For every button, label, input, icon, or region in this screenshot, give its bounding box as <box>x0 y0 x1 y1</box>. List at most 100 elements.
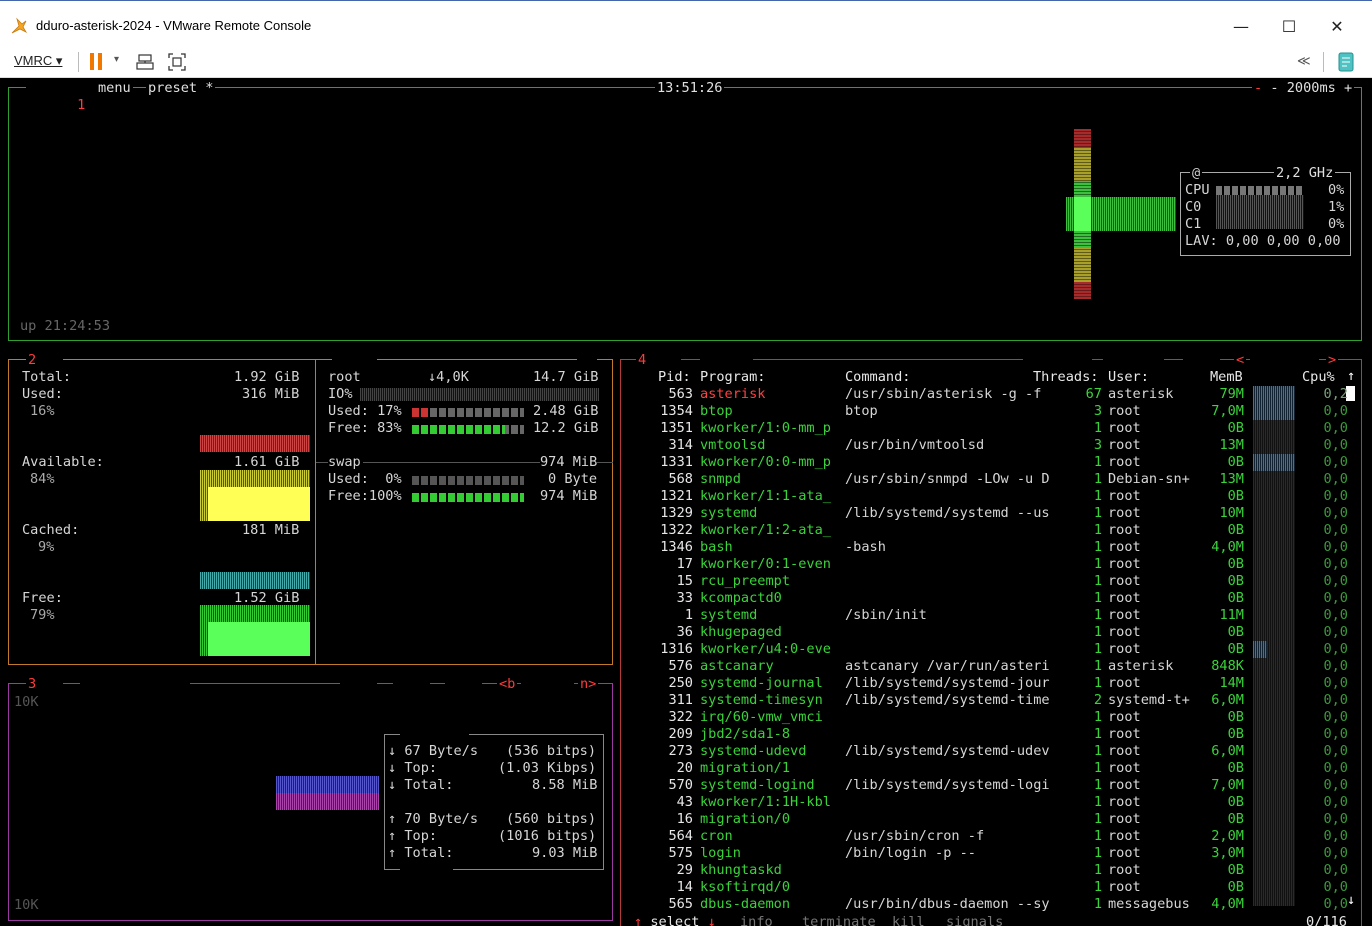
library-notes-icon[interactable] <box>1337 52 1355 72</box>
process-row[interactable]: 20 migration/1 1 root 0B 0,0 <box>622 760 1362 777</box>
col-program[interactable]: Program: <box>700 369 765 386</box>
process-row[interactable]: 1354 btop btop 3 root 7,0M 0,0 <box>622 403 1362 420</box>
process-row[interactable]: 43 kworker/1:1H-kbl 1 root 0B 0,0 <box>622 794 1362 811</box>
footer-select-label: select <box>650 914 700 926</box>
col-command[interactable]: Command: <box>845 369 910 386</box>
footer-select[interactable]: ↑ select ↓ <box>634 914 716 926</box>
process-row[interactable]: 1316 kworker/u4:0-eve 1 root 0B 0,0 <box>622 641 1362 658</box>
dl-total-label: Total: <box>404 777 454 793</box>
vmrc-menu-button[interactable]: VMRC ▾ <box>14 53 62 69</box>
proc-program: systemd-udevd <box>700 743 807 759</box>
process-row[interactable]: 568 snmpd/usr/sbin/snmpd -LOw -u D 1 Debian… <box>622 471 1362 488</box>
sort-next[interactable]: > <box>1326 352 1339 369</box>
tree-toggle[interactable]: tree <box>1183 352 1220 369</box>
process-row[interactable]: 1331 kworker/0:0-mm_p 1 root 0B 0,0 <box>622 454 1362 471</box>
process-row[interactable]: 1351 kworker/1:0-mm_p 1 root 0B 0,0 <box>622 420 1362 437</box>
process-row[interactable]: 1322 kworker/1:2-ata_ 1 root 0B 0,0 <box>622 522 1362 539</box>
process-row[interactable]: 16 migration/0 1 root 0B 0,0 <box>622 811 1362 828</box>
process-row[interactable]: 29 khungtaskd 1 root 0B 0,0 <box>622 862 1362 879</box>
proc-pid: 1331 <box>660 454 693 470</box>
proc-program: migration/0 <box>700 811 791 827</box>
proc-user: root <box>1108 726 1141 742</box>
proc-title-number[interactable]: 4 <box>638 352 646 368</box>
process-row[interactable]: 576 astcanary astcanary /var/run/asteri 1 as… <box>622 658 1362 675</box>
menu-button[interactable]: menu <box>96 80 133 97</box>
process-row[interactable]: 33 kcompactd0 1 root 0B 0,0 <box>622 590 1362 607</box>
col-threads[interactable]: Threads: <box>1033 369 1098 386</box>
reverse-toggle[interactable]: reverse <box>1103 352 1165 369</box>
process-row[interactable]: 575 login/bin/login -p -- 1 root 3,0M 0,0 <box>622 845 1362 862</box>
close-button[interactable]: ✕ <box>1314 12 1360 42</box>
mem-title-number[interactable]: 2 <box>28 352 36 368</box>
proc-pid: 1346 <box>660 539 693 555</box>
io-toggle[interactable]: io <box>577 352 598 369</box>
scroll-down-icon[interactable]: ↓ <box>1347 892 1355 909</box>
proc-filter[interactable]: filter <box>700 352 754 369</box>
mem-cached-graph <box>200 572 310 589</box>
col-mem[interactable]: MemB <box>1210 369 1243 386</box>
console-screen[interactable]: 1 cpu menu preset * 13:51:26 - - 2000ms +… <box>0 78 1372 926</box>
proc-user: root <box>1108 709 1141 725</box>
fullscreen-icon[interactable] <box>167 52 187 72</box>
scroll-up-icon[interactable]: ↑ <box>1347 368 1355 385</box>
footer-kill[interactable]: kill <box>892 914 925 926</box>
process-row[interactable]: 322 irq/60-vmw_vmci 1 root 0B 0,0 <box>622 709 1362 726</box>
maximize-button[interactable]: ☐ <box>1266 12 1312 42</box>
net-prev-iface[interactable]: <b <box>497 676 518 693</box>
net-prev-key: <b <box>499 676 516 692</box>
net-title-number[interactable]: 3 <box>28 676 36 692</box>
footer-terminate[interactable]: terminate <box>802 914 876 926</box>
proc-pid: 1354 <box>660 403 693 419</box>
process-row[interactable]: 1 systemd/sbin/init 1 root 11M 0,0 <box>622 607 1362 624</box>
proc-program: snmpd <box>700 471 741 487</box>
send-ctrl-alt-del-icon[interactable] <box>136 53 156 71</box>
minimize-button[interactable]: — <box>1218 12 1264 42</box>
sort-field[interactable]: cpu lazy <box>1250 352 1320 369</box>
ul-bits: (560 bitps) <box>506 811 597 827</box>
process-row[interactable]: 563 asterisk/usr/sbin/asterisk -g -f 67 ast… <box>622 386 1362 403</box>
proc-cpu: 0,0 <box>1323 403 1348 419</box>
sort-prev[interactable]: < <box>1234 352 1247 369</box>
footer-signals[interactable]: signals <box>946 914 1003 926</box>
power-dropdown-icon[interactable]: ▾ <box>114 54 119 65</box>
net-auto-toggle[interactable]: auto <box>393 676 430 693</box>
process-row[interactable]: 36 khugepaged 1 root 0B 0,0 <box>622 624 1362 641</box>
col-user[interactable]: User: <box>1108 369 1149 386</box>
process-row[interactable]: 565 dbus-daemon/usr/bin/dbus-daemon --sy 1… <box>622 896 1362 913</box>
collapse-panel-button[interactable]: ≪ <box>1297 53 1311 69</box>
interval-value: - 2000ms + <box>1270 80 1353 96</box>
col-cpu[interactable]: Cpu% <box>1302 369 1335 386</box>
proc-program: migration/1 <box>700 760 791 776</box>
pause-icon[interactable] <box>90 53 94 70</box>
process-row[interactable]: 1346 bash -bash 1 root 4,0M 0,0 <box>622 539 1362 556</box>
process-row[interactable]: 273 systemd-udevd/lib/systemd/systemd-ude… <box>622 743 1362 760</box>
preset-button[interactable]: preset * <box>146 80 216 97</box>
proc-user: root <box>1108 862 1141 878</box>
proc-command: /usr/sbin/asterisk -g -f <box>845 386 1042 402</box>
process-row[interactable]: 1321 kworker/1:1-ata_ 1 root 0B 0,0 <box>622 488 1362 505</box>
net-interface: ens192 <box>521 676 575 693</box>
mem-used-graph <box>200 435 310 452</box>
process-row[interactable]: 15 rcu_preempt 1 root 0B 0,0 <box>622 573 1362 590</box>
process-row[interactable]: 564 cron/usr/sbin/cron -f 1 root 2,0M 0,0 <box>622 828 1362 845</box>
process-row[interactable]: 17 kworker/0:1-even 1 root 0B 0,0 <box>622 556 1362 573</box>
process-row[interactable]: 14 ksoftirqd/0 1 root 0B 0,0 <box>622 879 1362 896</box>
process-row[interactable]: 311 systemd-timesyn/lib/systemd/systemd-t… <box>622 692 1362 709</box>
process-row[interactable]: 570 systemd-logind/lib/systemd/systemd-lo… <box>622 777 1362 794</box>
process-row[interactable]: 314 vmtoolsd/usr/bin/vmtoolsd 3 root 13M 0,0 <box>622 437 1362 454</box>
col-pid[interactable]: Pid: <box>658 369 691 386</box>
mem-available-pct: 84% <box>30 471 55 487</box>
net-zero-toggle[interactable]: zero <box>445 676 482 693</box>
footer-info[interactable]: info <box>740 914 773 926</box>
swap-size: 974 MiB <box>540 454 598 471</box>
proc-mem: 0B <box>1227 879 1244 895</box>
net-next-iface[interactable]: n> <box>578 676 599 693</box>
per-core-toggle[interactable]: per-core <box>1023 352 1093 369</box>
proc-threads: 1 <box>1093 556 1102 572</box>
update-interval[interactable]: - - 2000ms + <box>1252 80 1355 97</box>
disk-root-label: root <box>328 369 361 385</box>
process-row[interactable]: 209 jbd2/sda1-8 1 root 0B 0,0 <box>622 726 1362 743</box>
net-sync-toggle[interactable]: sync <box>340 676 377 693</box>
process-row[interactable]: 250 systemd-journal/lib/systemd/systemd-j… <box>622 675 1362 692</box>
process-row[interactable]: 1329 systemd/lib/systemd/systemd --us 1 roo… <box>622 505 1362 522</box>
